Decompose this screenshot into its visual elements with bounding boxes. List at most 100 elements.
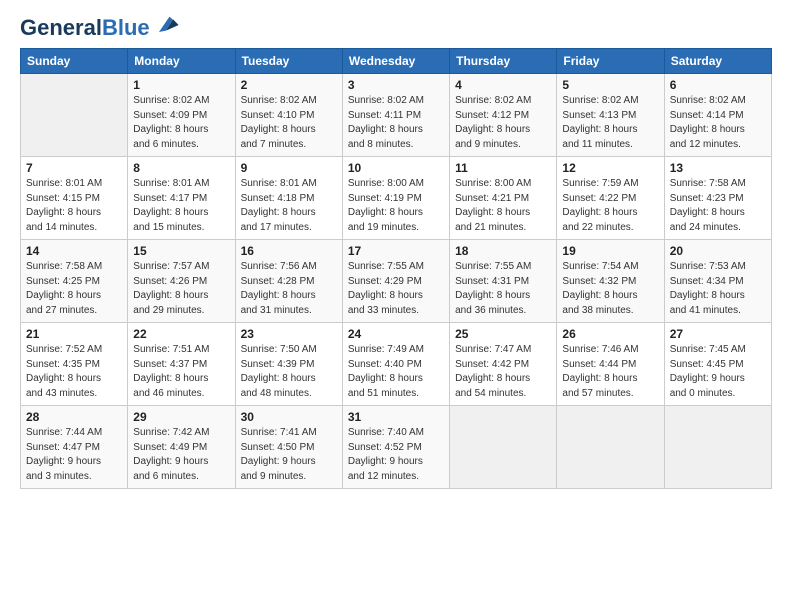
calendar-cell — [450, 406, 557, 489]
day-info: Sunrise: 7:40 AMSunset: 4:52 PMDaylight:… — [348, 426, 444, 484]
calendar-cell: 1 Sunrise: 8:02 AMSunset: 4:09 PMDaylight… — [128, 74, 235, 157]
calendar-cell: 13 Sunrise: 7:58 AMSunset: 4:23 PMDayligh… — [664, 157, 771, 240]
calendar-header-wednesday: Wednesday — [342, 49, 449, 74]
day-number: 9 — [241, 161, 337, 175]
calendar-cell: 11 Sunrise: 8:00 AMSunset: 4:21 PMDayligh… — [450, 157, 557, 240]
calendar-cell: 2 Sunrise: 8:02 AMSunset: 4:10 PMDaylight… — [235, 74, 342, 157]
day-info: Sunrise: 8:01 AMSunset: 4:15 PMDaylight:… — [26, 177, 122, 235]
day-info: Sunrise: 7:49 AMSunset: 4:40 PMDaylight:… — [348, 343, 444, 401]
day-info: Sunrise: 7:58 AMSunset: 4:23 PMDaylight:… — [670, 177, 766, 235]
day-number: 28 — [26, 410, 122, 424]
calendar-cell: 14 Sunrise: 7:58 AMSunset: 4:25 PMDayligh… — [21, 240, 128, 323]
calendar-cell: 19Sunrise: 7:54 AMSunset: 4:32 PMDayligh… — [557, 240, 664, 323]
calendar-cell: 15 Sunrise: 7:57 AMSunset: 4:26 PMDayligh… — [128, 240, 235, 323]
logo-text: GeneralBlue — [20, 16, 150, 40]
day-number: 5 — [562, 78, 658, 92]
calendar-cell: 21 Sunrise: 7:52 AMSunset: 4:35 PMDayligh… — [21, 323, 128, 406]
day-info: Sunrise: 7:47 AMSunset: 4:42 PMDaylight:… — [455, 343, 551, 401]
day-info: Sunrise: 7:44 AMSunset: 4:47 PMDaylight:… — [26, 426, 122, 484]
calendar-cell: 27 Sunrise: 7:45 AMSunset: 4:45 PMDayligh… — [664, 323, 771, 406]
calendar-cell — [557, 406, 664, 489]
day-info: Sunrise: 8:01 AMSunset: 4:18 PMDaylight:… — [241, 177, 337, 235]
logo: GeneralBlue — [20, 16, 180, 40]
calendar-cell: 12 Sunrise: 7:59 AMSunset: 4:22 PMDayligh… — [557, 157, 664, 240]
day-number: 22 — [133, 327, 229, 341]
day-number: 14 — [26, 244, 122, 258]
calendar-header-monday: Monday — [128, 49, 235, 74]
day-number: 21 — [26, 327, 122, 341]
calendar-cell: 8Sunrise: 8:01 AMSunset: 4:17 PMDaylight… — [128, 157, 235, 240]
page: GeneralBlue SundayMondayTuesdayWednesday… — [0, 0, 792, 499]
calendar-cell: 3 Sunrise: 8:02 AMSunset: 4:11 PMDaylight… — [342, 74, 449, 157]
day-info: Sunrise: 7:45 AMSunset: 4:45 PMDaylight:… — [670, 343, 766, 401]
day-number: 2 — [241, 78, 337, 92]
logo-icon — [152, 11, 180, 39]
day-number: 15 — [133, 244, 229, 258]
day-info: Sunrise: 8:02 AMSunset: 4:14 PMDaylight:… — [670, 94, 766, 152]
day-info: Sunrise: 7:58 AMSunset: 4:25 PMDaylight:… — [26, 260, 122, 318]
calendar-cell: 9 Sunrise: 8:01 AMSunset: 4:18 PMDaylight… — [235, 157, 342, 240]
calendar-cell: 28 Sunrise: 7:44 AMSunset: 4:47 PMDayligh… — [21, 406, 128, 489]
day-number: 1 — [133, 78, 229, 92]
day-info: Sunrise: 7:41 AMSunset: 4:50 PMDaylight:… — [241, 426, 337, 484]
day-number: 26 — [562, 327, 658, 341]
day-info: Sunrise: 7:57 AMSunset: 4:26 PMDaylight:… — [133, 260, 229, 318]
calendar-week-row: 14 Sunrise: 7:58 AMSunset: 4:25 PMDayligh… — [21, 240, 772, 323]
day-number: 7 — [26, 161, 122, 175]
day-number: 6 — [670, 78, 766, 92]
calendar-week-row: 1 Sunrise: 8:02 AMSunset: 4:09 PMDaylight… — [21, 74, 772, 157]
calendar-header-thursday: Thursday — [450, 49, 557, 74]
calendar-cell: 23Sunrise: 7:50 AMSunset: 4:39 PMDayligh… — [235, 323, 342, 406]
day-info: Sunrise: 7:53 AMSunset: 4:34 PMDaylight:… — [670, 260, 766, 318]
day-info: Sunrise: 7:46 AMSunset: 4:44 PMDaylight:… — [562, 343, 658, 401]
calendar-cell: 30 Sunrise: 7:41 AMSunset: 4:50 PMDayligh… — [235, 406, 342, 489]
calendar-cell: 17Sunrise: 7:55 AMSunset: 4:29 PMDayligh… — [342, 240, 449, 323]
calendar-table: SundayMondayTuesdayWednesdayThursdayFrid… — [20, 48, 772, 489]
day-number: 25 — [455, 327, 551, 341]
day-number: 13 — [670, 161, 766, 175]
day-info: Sunrise: 8:02 AMSunset: 4:09 PMDaylight:… — [133, 94, 229, 152]
calendar-cell: 25 Sunrise: 7:47 AMSunset: 4:42 PMDayligh… — [450, 323, 557, 406]
calendar-cell: 16 Sunrise: 7:56 AMSunset: 4:28 PMDayligh… — [235, 240, 342, 323]
calendar-header-row: SundayMondayTuesdayWednesdayThursdayFrid… — [21, 49, 772, 74]
calendar-cell: 22 Sunrise: 7:51 AMSunset: 4:37 PMDayligh… — [128, 323, 235, 406]
calendar-week-row: 7 Sunrise: 8:01 AMSunset: 4:15 PMDaylight… — [21, 157, 772, 240]
calendar-cell: 20Sunrise: 7:53 AMSunset: 4:34 PMDayligh… — [664, 240, 771, 323]
calendar-cell: 18 Sunrise: 7:55 AMSunset: 4:31 PMDayligh… — [450, 240, 557, 323]
header: GeneralBlue — [20, 16, 772, 40]
day-info: Sunrise: 8:00 AMSunset: 4:21 PMDaylight:… — [455, 177, 551, 235]
day-info: Sunrise: 8:02 AMSunset: 4:10 PMDaylight:… — [241, 94, 337, 152]
calendar-cell: 29Sunrise: 7:42 AMSunset: 4:49 PMDayligh… — [128, 406, 235, 489]
day-info: Sunrise: 7:52 AMSunset: 4:35 PMDaylight:… — [26, 343, 122, 401]
day-info: Sunrise: 7:56 AMSunset: 4:28 PMDaylight:… — [241, 260, 337, 318]
day-number: 12 — [562, 161, 658, 175]
day-number: 11 — [455, 161, 551, 175]
calendar-header-sunday: Sunday — [21, 49, 128, 74]
day-info: Sunrise: 7:55 AMSunset: 4:29 PMDaylight:… — [348, 260, 444, 318]
day-info: Sunrise: 7:55 AMSunset: 4:31 PMDaylight:… — [455, 260, 551, 318]
day-info: Sunrise: 7:54 AMSunset: 4:32 PMDaylight:… — [562, 260, 658, 318]
day-info: Sunrise: 7:59 AMSunset: 4:22 PMDaylight:… — [562, 177, 658, 235]
day-number: 27 — [670, 327, 766, 341]
day-number: 10 — [348, 161, 444, 175]
day-number: 18 — [455, 244, 551, 258]
calendar-cell: 7 Sunrise: 8:01 AMSunset: 4:15 PMDaylight… — [21, 157, 128, 240]
calendar-header-tuesday: Tuesday — [235, 49, 342, 74]
calendar-cell: 4 Sunrise: 8:02 AMSunset: 4:12 PMDaylight… — [450, 74, 557, 157]
day-number: 16 — [241, 244, 337, 258]
day-number: 3 — [348, 78, 444, 92]
day-info: Sunrise: 7:51 AMSunset: 4:37 PMDaylight:… — [133, 343, 229, 401]
calendar-cell: 5Sunrise: 8:02 AMSunset: 4:13 PMDaylight… — [557, 74, 664, 157]
day-info: Sunrise: 8:00 AMSunset: 4:19 PMDaylight:… — [348, 177, 444, 235]
day-number: 8 — [133, 161, 229, 175]
calendar-cell: 31Sunrise: 7:40 AMSunset: 4:52 PMDayligh… — [342, 406, 449, 489]
day-number: 24 — [348, 327, 444, 341]
calendar-header-saturday: Saturday — [664, 49, 771, 74]
day-info: Sunrise: 7:42 AMSunset: 4:49 PMDaylight:… — [133, 426, 229, 484]
calendar-cell: 24 Sunrise: 7:49 AMSunset: 4:40 PMDayligh… — [342, 323, 449, 406]
day-number: 4 — [455, 78, 551, 92]
day-info: Sunrise: 8:02 AMSunset: 4:11 PMDaylight:… — [348, 94, 444, 152]
day-info: Sunrise: 8:02 AMSunset: 4:12 PMDaylight:… — [455, 94, 551, 152]
day-number: 30 — [241, 410, 337, 424]
calendar-cell — [21, 74, 128, 157]
